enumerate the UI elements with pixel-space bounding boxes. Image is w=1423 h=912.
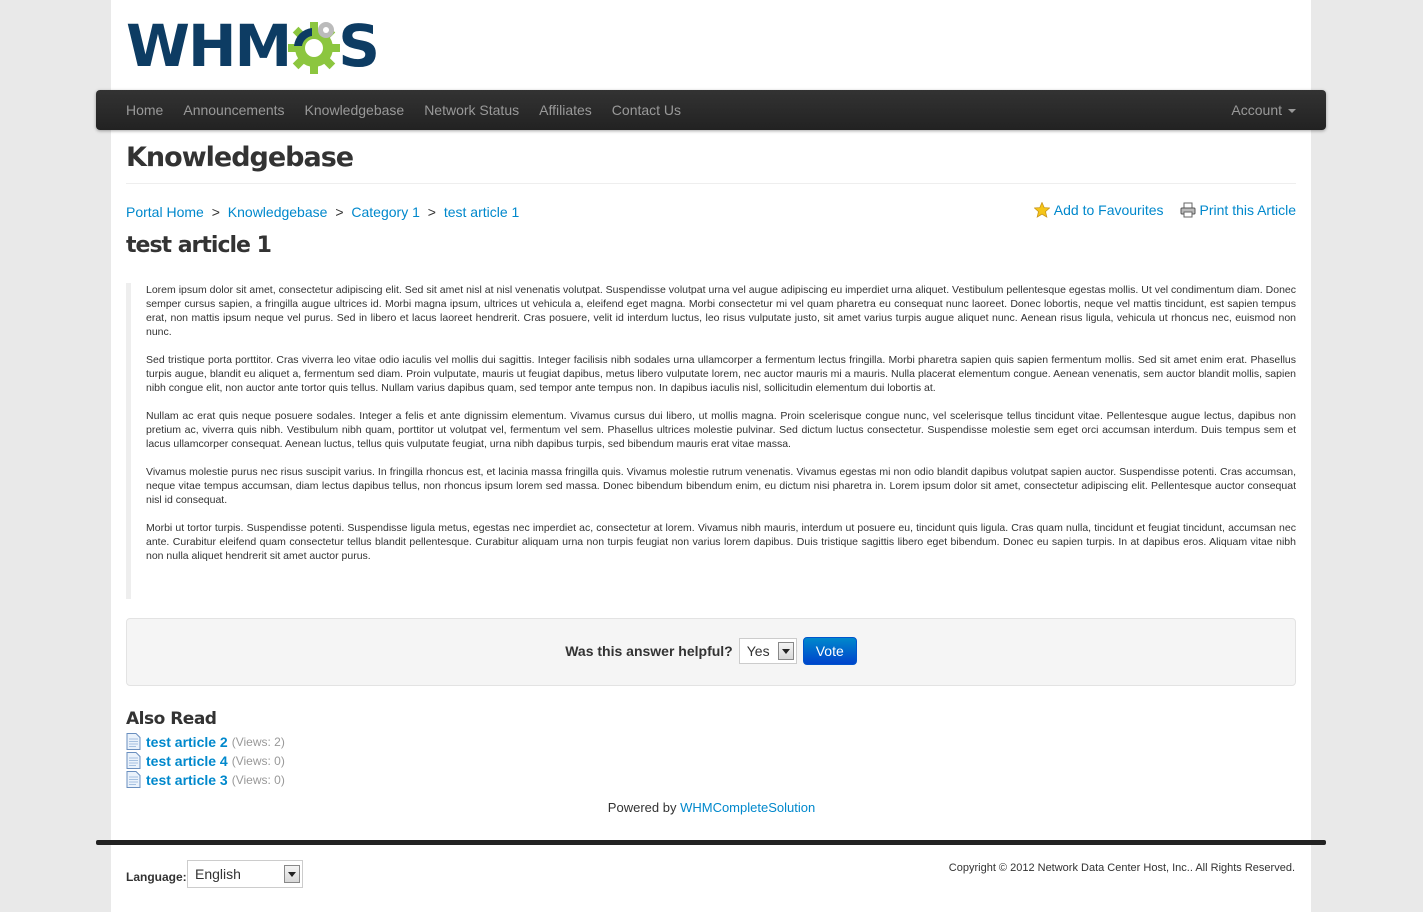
article-paragraph: Morbi ut tortor turpis. Suspendisse pote… <box>146 522 1296 562</box>
breadcrumb-knowledgebase[interactable]: Knowledgebase <box>228 204 328 220</box>
also-read-title: Also Read <box>126 709 217 729</box>
also-read-list: test article 2 (Views: 2) test article 4… <box>126 732 285 789</box>
breadcrumb-portal-home[interactable]: Portal Home <box>126 204 204 220</box>
add-to-favourites-label: Add to Favourites <box>1053 202 1164 218</box>
title-divider <box>126 183 1296 184</box>
vote-select[interactable]: Yes <box>738 638 797 664</box>
whmcs-logo[interactable]: WHM S <box>126 12 380 80</box>
copyright-text: Copyright © 2012 Network Data Center Hos… <box>948 862 1295 874</box>
document-icon <box>126 752 141 769</box>
logo-text-left: WHM <box>126 12 292 80</box>
nav-item-affiliates[interactable]: Affiliates <box>529 90 602 130</box>
also-read-link[interactable]: test article 4 <box>146 753 228 769</box>
nav-item-announcements[interactable]: Announcements <box>173 90 294 130</box>
breadcrumb-separator: > <box>427 204 436 220</box>
article-body: Lorem ipsum dolor sit amet, consectetur … <box>126 283 1296 599</box>
article-paragraph: Sed tristique porta porttitor. Cras vive… <box>146 354 1296 394</box>
nav-item-contact-us[interactable]: Contact Us <box>602 90 691 130</box>
breadcrumb-category[interactable]: Category 1 <box>351 204 419 220</box>
powered-by: Powered by WHMCompleteSolution <box>0 800 1423 815</box>
article-paragraph: Vivamus molestie purus nec risus suscipi… <box>146 466 1296 506</box>
dropdown-arrow-icon <box>284 865 300 883</box>
star-icon <box>1033 202 1050 218</box>
page-title: Knowledgebase <box>126 142 354 173</box>
article-paragraph: Lorem ipsum dolor sit amet, consectetur … <box>146 284 1296 338</box>
breadcrumb-separator: > <box>211 204 220 220</box>
language-select[interactable]: English <box>187 860 303 888</box>
list-item: test article 3 (Views: 0) <box>126 770 285 789</box>
gear-icon <box>288 22 341 74</box>
account-label: Account <box>1231 102 1282 118</box>
nav-menu: Home Announcements Knowledgebase Network… <box>116 90 691 130</box>
logo-text-right: S <box>338 12 380 80</box>
article-title: test article 1 <box>126 233 272 258</box>
powered-by-prefix: Powered by <box>607 800 677 815</box>
view-count: (Views: 0) <box>231 753 285 768</box>
list-item: test article 2 (Views: 2) <box>126 732 285 751</box>
nav-item-knowledgebase[interactable]: Knowledgebase <box>295 90 415 130</box>
nav-item-home[interactable]: Home <box>116 90 173 130</box>
view-count: (Views: 2) <box>231 734 285 749</box>
language-label: Language: <box>126 870 187 884</box>
also-read-link[interactable]: test article 2 <box>146 734 228 750</box>
language-select-value: English <box>195 866 241 882</box>
dropdown-arrow-icon <box>777 642 794 660</box>
printer-icon <box>1180 202 1196 218</box>
breadcrumb-separator: > <box>335 204 344 220</box>
add-to-favourites-link[interactable]: Add to Favourites <box>1033 202 1164 218</box>
vote-question: Was this answer helpful? <box>565 643 733 659</box>
also-read-link[interactable]: test article 3 <box>146 772 228 788</box>
document-icon <box>126 771 141 788</box>
print-article-label: Print this Article <box>1199 202 1296 218</box>
account-dropdown[interactable]: Account <box>1221 90 1306 130</box>
vote-panel: Was this answer helpful? Yes Vote <box>126 618 1296 686</box>
nav-item-network-status[interactable]: Network Status <box>414 90 529 130</box>
article-tools: Add to Favourites Print this Article <box>1033 202 1296 218</box>
view-count: (Views: 0) <box>231 772 285 787</box>
list-item: test article 4 (Views: 0) <box>126 751 285 770</box>
document-icon <box>126 733 141 750</box>
breadcrumb: Portal Home > Knowledgebase > Category 1… <box>126 204 519 220</box>
vote-button[interactable]: Vote <box>802 637 857 665</box>
breadcrumb-current-article[interactable]: test article 1 <box>444 204 519 220</box>
article-paragraph: Nullam ac erat quis neque posuere sodale… <box>146 410 1296 450</box>
vote-select-value: Yes <box>746 643 770 659</box>
print-article-link[interactable]: Print this Article <box>1180 202 1296 218</box>
caret-down-icon <box>1288 109 1296 114</box>
powered-by-link[interactable]: WHMCompleteSolution <box>680 800 815 815</box>
main-navbar: Home Announcements Knowledgebase Network… <box>96 90 1326 130</box>
